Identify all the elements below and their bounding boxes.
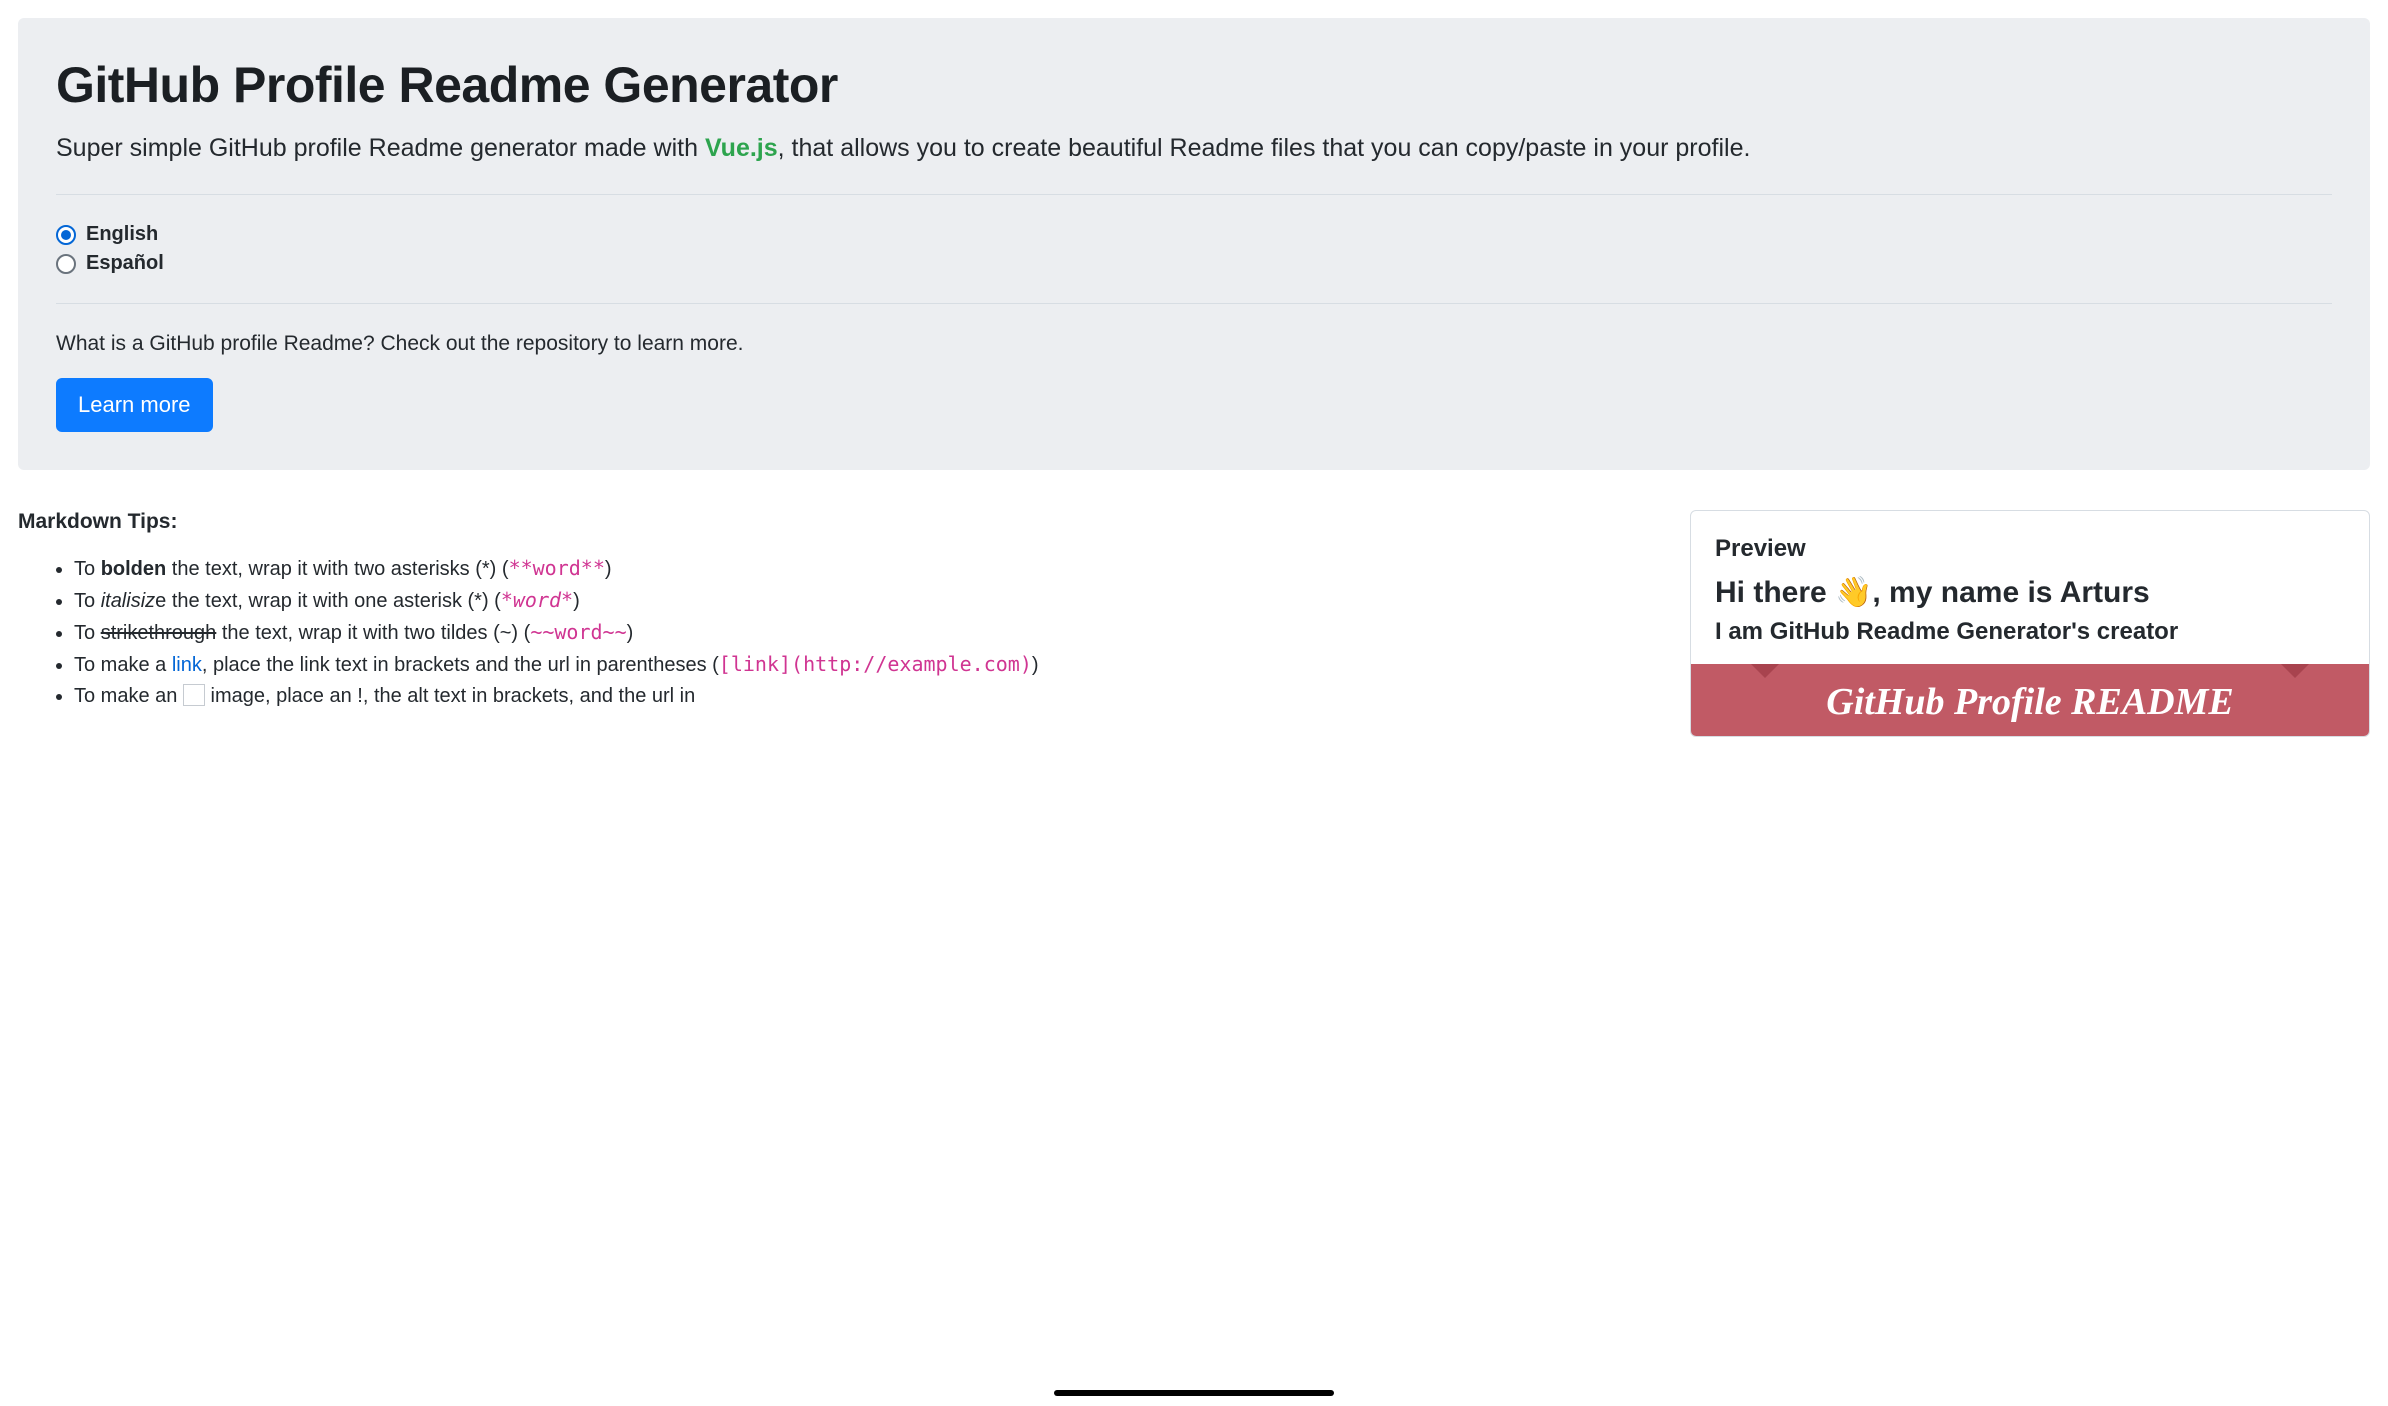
- tip-bold: To bolden the text, wrap it with two ast…: [74, 554, 1666, 584]
- tip-code: *word*: [501, 588, 573, 612]
- tip-italic-word: italisiz: [101, 590, 155, 612]
- tip-code: [link](http://example.com): [719, 652, 1032, 676]
- tip-text: ): [1032, 654, 1039, 676]
- preview-card: Preview Hi there 👋, my name is Arturs I …: [1690, 510, 2370, 737]
- subtitle-text-before: Super simple GitHub profile Readme gener…: [56, 134, 705, 162]
- page-title: GitHub Profile Readme Generator: [56, 56, 2332, 114]
- tip-bold-word: bolden: [101, 558, 167, 580]
- vue-link[interactable]: Vue.js: [705, 134, 778, 162]
- preview-banner: GitHub Profile README: [1691, 664, 2369, 736]
- tip-text: , place the link text in brackets and th…: [202, 654, 719, 676]
- preview-heading-text: Hi there: [1715, 576, 1835, 609]
- page-subtitle: Super simple GitHub profile Readme gener…: [56, 130, 2332, 166]
- divider-top: [56, 194, 2332, 195]
- preview-heading-text: , my name is Arturs: [1872, 576, 2149, 609]
- lower-section: Markdown Tips: To bolden the text, wrap …: [18, 510, 2370, 737]
- tip-strike: To strikethrough the text, wrap it with …: [74, 618, 1666, 648]
- wave-icon: 👋: [1835, 576, 1872, 609]
- tip-link-word: link: [172, 654, 202, 676]
- radio-spanish[interactable]: [56, 254, 76, 274]
- what-is-text: What is a GitHub profile Readme? Check o…: [56, 332, 2332, 356]
- tip-strike-word: strikethrough: [101, 622, 217, 644]
- tip-code: ~~word~~: [530, 620, 626, 644]
- language-option-spanish[interactable]: Español: [56, 252, 2332, 275]
- home-indicator: [1054, 1390, 1334, 1396]
- tip-text: To: [74, 622, 101, 644]
- tips-list: To bolden the text, wrap it with two ast…: [18, 554, 1666, 711]
- language-label-spanish: Español: [86, 252, 164, 275]
- subtitle-text-after: , that allows you to create beautiful Re…: [778, 134, 1751, 162]
- tip-text: To: [74, 558, 101, 580]
- preview-heading: Hi there 👋, my name is Arturs: [1715, 575, 2345, 610]
- tip-italic: To italisize the text, wrap it with one …: [74, 586, 1666, 616]
- tip-text: ): [573, 590, 580, 612]
- tip-text: the text, wrap it with two asterisks (*)…: [166, 558, 508, 580]
- tip-text: image, place an !, the alt text in brack…: [205, 685, 695, 707]
- preview-subheading: I am GitHub Readme Generator's creator: [1715, 618, 2345, 646]
- tip-text: the text, wrap it with two tildes (~) (: [216, 622, 530, 644]
- radio-english[interactable]: [56, 225, 76, 245]
- tip-text: To make a: [74, 654, 172, 676]
- tip-text: To make an: [74, 685, 183, 707]
- divider-bottom: [56, 303, 2332, 304]
- image-placeholder-icon: [183, 684, 205, 706]
- tip-code: **word**: [509, 556, 605, 580]
- tip-image: To make an image, place an !, the alt te…: [74, 682, 1666, 711]
- hero-section: GitHub Profile Readme Generator Super si…: [18, 18, 2370, 470]
- tip-text: e: [155, 590, 166, 612]
- tip-link: To make a link, place the link text in b…: [74, 650, 1666, 680]
- tip-text: ): [627, 622, 634, 644]
- language-label-english: English: [86, 223, 158, 246]
- tip-text: To: [74, 590, 101, 612]
- markdown-tips: Markdown Tips: To bolden the text, wrap …: [18, 510, 1666, 713]
- tips-title: Markdown Tips:: [18, 510, 1666, 534]
- tip-text: ): [605, 558, 612, 580]
- learn-more-button[interactable]: Learn more: [56, 378, 213, 432]
- language-option-english[interactable]: English: [56, 223, 2332, 246]
- tip-text: the text, wrap it with one asterisk (*) …: [166, 590, 501, 612]
- language-radio-group: English Español: [56, 223, 2332, 275]
- preview-label: Preview: [1715, 535, 2345, 563]
